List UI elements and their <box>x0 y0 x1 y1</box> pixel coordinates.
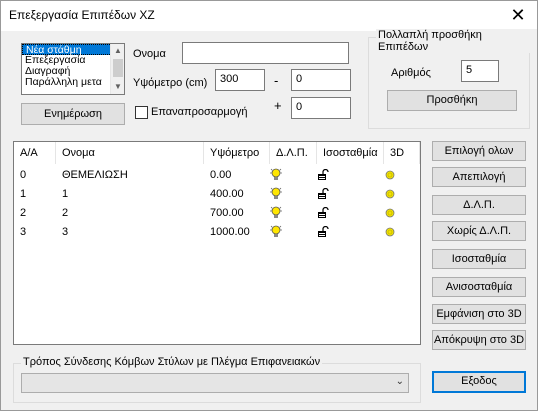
update-button[interactable]: Ενημέρωση <box>21 103 125 125</box>
connection-group-title: Τρόπος Σύνδεσης Κόμβων Στύλων με Πλέγμα … <box>21 356 323 368</box>
row-elevation: 1000.00 <box>210 226 250 238</box>
list-item[interactable]: Παράλληλη μετα <box>22 77 124 88</box>
deselect-button[interactable]: Απεπιλογή <box>432 167 526 187</box>
column-header[interactable]: Δ.Λ.Π. <box>270 142 317 164</box>
close-icon[interactable]: ✕ <box>507 4 529 26</box>
lock-open-icon[interactable] <box>317 226 329 238</box>
lock-open-icon[interactable] <box>317 207 329 219</box>
name-field[interactable] <box>182 42 349 64</box>
row-id: 2 <box>20 207 27 219</box>
levels-action-list[interactable]: Νέα στάθμη Επεξεργασία Διαγραφή Παράλληλη μ… <box>21 43 125 95</box>
multi-add-title: Πολλαπλή προσθήκη Επιπέδων <box>376 29 537 53</box>
show-3d-button[interactable]: Εμφάνιση στο 3D <box>432 304 526 324</box>
column-header[interactable]: Ονομα <box>56 142 204 164</box>
scroll-thumb[interactable] <box>113 59 123 77</box>
select-all-button[interactable]: Επιλογή ολων <box>432 141 526 161</box>
count-label: Αριθμός <box>391 67 431 79</box>
row-id: 0 <box>20 169 27 181</box>
sun-icon[interactable] <box>384 188 396 200</box>
elevation-label: Υψόμετρο (cm) <box>133 77 208 89</box>
lightbulb-icon[interactable] <box>270 225 282 239</box>
lock-open-icon[interactable] <box>317 188 329 200</box>
row-elevation: 0.00 <box>210 169 232 181</box>
chevron-down-icon[interactable]: ⌄ <box>396 376 404 387</box>
sun-icon[interactable] <box>384 226 396 238</box>
row-elevation: 700.00 <box>210 207 244 219</box>
iso-button[interactable]: Ισοσταθμία <box>432 249 526 269</box>
exit-button[interactable]: Εξοδος <box>432 371 526 393</box>
list-scrollbar[interactable]: ▲ ▼ <box>110 44 124 94</box>
lightbulb-icon[interactable] <box>270 206 282 220</box>
name-label: Ονομα <box>133 48 166 60</box>
column-header[interactable]: Υψόμετρο <box>204 142 270 164</box>
scroll-down-icon[interactable]: ▼ <box>111 80 124 94</box>
reapply-label: Επαναπροσαρμογή <box>151 106 248 118</box>
row-name: 1 <box>62 188 69 200</box>
lightbulb-icon[interactable] <box>270 187 282 201</box>
row-name: 2 <box>62 207 69 219</box>
title-bar: Επεξεργασία Επιπέδων XZ ✕ <box>1 1 537 31</box>
row-id: 1 <box>20 188 27 200</box>
row-name: ΘΕΜΕΛΙΩΣΗ <box>62 169 128 181</box>
minus-sign: - <box>274 73 279 88</box>
scroll-up-icon[interactable]: ▲ <box>111 44 124 58</box>
count-field[interactable]: 5 <box>461 60 499 82</box>
lock-open-icon[interactable] <box>317 169 329 181</box>
row-id: 3 <box>20 226 27 238</box>
connection-combo[interactable]: ⌄ <box>21 373 409 393</box>
window-title: Επεξεργασία Επιπέδων XZ <box>9 8 155 22</box>
sun-icon[interactable] <box>384 169 396 181</box>
column-header[interactable]: 3D <box>384 142 420 164</box>
reapply-checkbox[interactable] <box>135 106 148 119</box>
no-dlp-button[interactable]: Χωρίς Δ.Λ.Π. <box>432 221 526 241</box>
hide-3d-button[interactable]: Απόκρυψη στο 3D <box>432 330 526 350</box>
row-name: 3 <box>62 226 69 238</box>
add-button[interactable]: Προσθήκη <box>387 90 517 111</box>
column-header[interactable]: Α/Α <box>14 142 56 164</box>
elevation-field[interactable]: 300 <box>215 69 265 91</box>
plus-sign: + <box>274 98 282 113</box>
aniso-button[interactable]: Ανισοσταθμία <box>432 277 526 297</box>
levels-table[interactable]: Α/Α Ονομα Υψόμετρο Δ.Λ.Π. Ισοσταθμία 3D 0 ΘΕΜΕ… <box>13 141 421 345</box>
lightbulb-icon[interactable] <box>270 168 282 182</box>
sun-icon[interactable] <box>384 207 396 219</box>
column-header[interactable]: Ισοσταθμία <box>317 142 384 164</box>
dialog-window: Επεξεργασία Επιπέδων XZ ✕ Νέα στάθμη Επεξ… <box>0 0 538 411</box>
plus-value-field[interactable]: 0 <box>291 97 351 119</box>
dlp-button[interactable]: Δ.Λ.Π. <box>432 195 526 215</box>
row-elevation: 400.00 <box>210 188 244 200</box>
minus-value-field[interactable]: 0 <box>291 69 351 91</box>
